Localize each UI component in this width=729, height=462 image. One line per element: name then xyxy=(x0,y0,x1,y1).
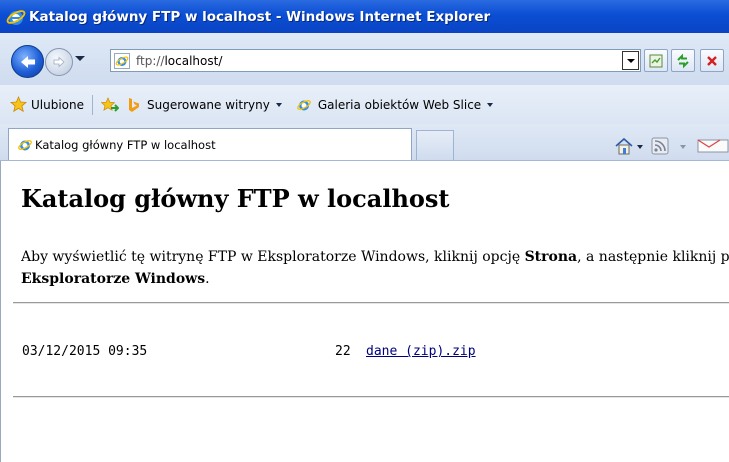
add-favorite-icon xyxy=(101,96,120,112)
add-to-favorites-bar-button[interactable] xyxy=(101,96,120,113)
address-url: ftp://localhost/ xyxy=(136,54,222,68)
title-bar: Katalog główny FTP w localhost - Windows… xyxy=(0,0,729,33)
home-dropdown-arrow[interactable] xyxy=(637,145,643,149)
ftp-info-text: Aby wyświetlić tę witrynę FTP w Eksplora… xyxy=(21,246,729,290)
file-link[interactable]: dane (zip).zip xyxy=(366,344,476,359)
page-title: Katalog główny FTP w localhost xyxy=(21,184,450,213)
tab-active[interactable]: Katalog główny FTP w localhost xyxy=(8,128,412,160)
refresh-icon xyxy=(677,53,689,68)
info-bold-page: Strona xyxy=(524,249,578,265)
info-text-part-3: . xyxy=(205,271,210,287)
file-date: 03/12/2015 09:35 xyxy=(22,344,148,359)
chevron-down-icon xyxy=(275,102,282,107)
address-scheme: ftp:// xyxy=(136,53,165,68)
recent-pages-dropdown[interactable] xyxy=(75,56,85,61)
arrow-right-icon xyxy=(53,56,65,68)
favorites-bar: Ulubione Sugerowane witryny Galeria obie… xyxy=(0,85,729,124)
ie-page-icon xyxy=(18,139,32,150)
compatibility-view-button[interactable] xyxy=(644,49,668,72)
info-bold-explorer: Eksploratorze Windows xyxy=(21,271,206,287)
back-button[interactable] xyxy=(11,45,44,78)
new-tab-button[interactable] xyxy=(416,130,454,160)
window-title: Katalog główny FTP w localhost - Windows… xyxy=(29,8,491,25)
refresh-button[interactable] xyxy=(671,49,695,72)
chevron-down-icon xyxy=(487,102,494,107)
ie-page-icon xyxy=(114,52,130,69)
file-size: 22 xyxy=(335,344,351,359)
bing-icon xyxy=(129,97,140,112)
compatibility-view-icon xyxy=(649,54,663,67)
mail-icon[interactable] xyxy=(697,139,729,153)
address-host: localhost/ xyxy=(164,53,223,68)
star-icon xyxy=(10,96,27,113)
web-slice-gallery-label: Galeria obiektów Web Slice xyxy=(317,97,482,112)
rss-icon[interactable] xyxy=(651,137,669,155)
toolbar-separator xyxy=(92,94,94,115)
divider-bottom xyxy=(13,396,729,398)
ie-logo-icon xyxy=(6,9,26,25)
address-field[interactable]: ftp://localhost/ xyxy=(110,49,641,72)
favorites-button[interactable]: Ulubione xyxy=(10,96,84,113)
suggested-sites-button[interactable]: Sugerowane witryny xyxy=(127,97,282,113)
divider-top xyxy=(13,302,729,304)
info-text-part-1: Aby wyświetlić tę witrynę FTP w Eksplora… xyxy=(21,249,525,265)
stop-button[interactable] xyxy=(700,49,724,72)
feeds-dropdown-arrow[interactable] xyxy=(680,145,686,149)
chevron-down-icon xyxy=(626,58,635,63)
arrow-left-icon xyxy=(20,55,35,68)
ie-page-icon xyxy=(296,99,311,110)
home-icon[interactable] xyxy=(614,137,634,155)
close-icon xyxy=(707,55,717,66)
info-text-part-2: , a następnie kliknij polecenie Otwórz w… xyxy=(577,249,729,265)
suggested-sites-label: Sugerowane witryny xyxy=(147,97,270,112)
forward-button[interactable] xyxy=(45,48,73,76)
favorites-label: Ulubione xyxy=(31,97,85,112)
tab-title: Katalog główny FTP w localhost xyxy=(35,137,216,152)
address-dropdown-button[interactable] xyxy=(622,51,639,70)
web-slice-gallery-button[interactable]: Galeria obiektów Web Slice xyxy=(296,97,494,113)
